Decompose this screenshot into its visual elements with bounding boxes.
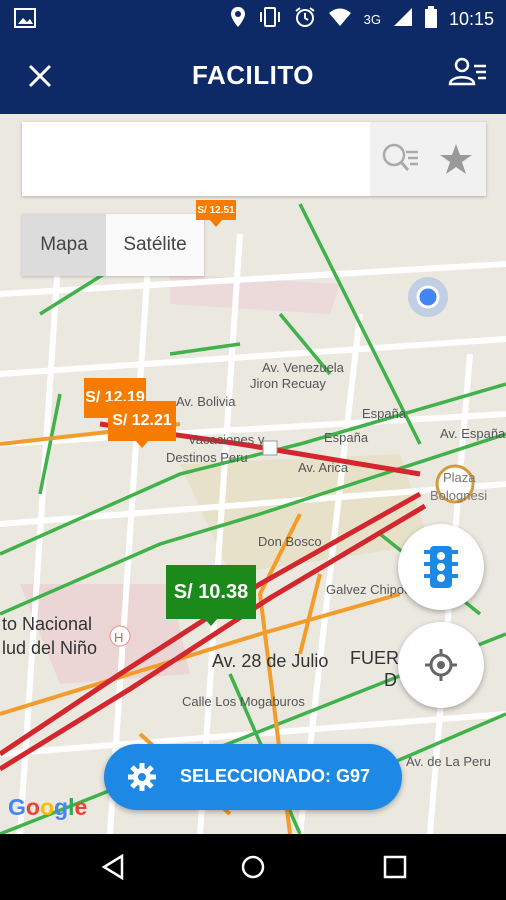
battery-icon bbox=[424, 6, 437, 33]
price-marker[interactable]: S/ 10.38 bbox=[166, 565, 256, 626]
map-label: Plaza bbox=[443, 470, 476, 485]
google-logo: Google bbox=[8, 794, 88, 820]
map-label: Av. España bbox=[440, 426, 506, 441]
map-label: Av. 28 de Julio bbox=[212, 651, 329, 671]
map-type-toggle: Mapa Satélite bbox=[22, 214, 204, 276]
map-label: Av. Bolivia bbox=[176, 394, 236, 409]
map-label: Jiron Recuay bbox=[250, 376, 326, 391]
map-type-satelite[interactable]: Satélite bbox=[106, 214, 204, 276]
my-location-button[interactable] bbox=[398, 622, 484, 708]
vibrate-icon bbox=[258, 6, 282, 33]
map-type-mapa[interactable]: Mapa bbox=[22, 214, 106, 276]
map-label: Vacaciones y bbox=[188, 432, 265, 447]
map[interactable]: H Av. Venezuela Jiron Recuay Av. Bolivia… bbox=[0, 114, 506, 834]
traffic-button[interactable] bbox=[398, 524, 484, 610]
selected-label: SELECCIONADO: G97 bbox=[180, 766, 371, 786]
back-icon[interactable] bbox=[100, 854, 126, 880]
map-label: España bbox=[324, 430, 369, 445]
signal-icon bbox=[393, 7, 413, 32]
star-icon[interactable] bbox=[438, 142, 474, 176]
selected-fuel-button[interactable]: SELECCIONADO: G97 bbox=[104, 744, 402, 810]
map-label: Av. Venezuela bbox=[262, 360, 344, 375]
map-label: FUER bbox=[350, 648, 399, 668]
map-label: to Nacional bbox=[2, 614, 93, 634]
app-title: FACILITO bbox=[192, 60, 314, 90]
map-label: D bbox=[384, 670, 397, 690]
price-marker[interactable]: S/ 12.21 bbox=[108, 401, 176, 448]
map-label: Bolognesi bbox=[430, 488, 488, 503]
image-icon bbox=[14, 8, 36, 33]
search-input[interactable] bbox=[22, 122, 370, 196]
alarm-icon bbox=[294, 6, 316, 33]
search-actions bbox=[370, 122, 486, 196]
status-time: 10:15 bbox=[448, 9, 494, 29]
price-marker[interactable]: S/ 12.51 bbox=[196, 200, 236, 227]
search-bar bbox=[22, 122, 486, 196]
wifi-icon bbox=[328, 7, 352, 32]
location-icon bbox=[230, 6, 246, 33]
home-icon[interactable] bbox=[240, 854, 266, 880]
network-type: 3G bbox=[363, 12, 381, 27]
navigation-bar bbox=[0, 834, 506, 900]
map-label: Calle Los Mogaburos bbox=[182, 694, 305, 709]
gear-icon bbox=[126, 761, 158, 793]
recents-icon[interactable] bbox=[382, 854, 408, 880]
map-label: Av. Arica bbox=[298, 460, 349, 475]
svg-text:H: H bbox=[114, 630, 123, 645]
my-location-icon bbox=[425, 649, 457, 681]
search-list-icon[interactable] bbox=[380, 142, 420, 176]
map-label: Destinos Peru bbox=[166, 450, 248, 465]
user-list-icon[interactable] bbox=[448, 56, 488, 88]
map-label: Av. de La Peru bbox=[406, 754, 491, 769]
traffic-light-icon bbox=[424, 546, 458, 588]
map-label: Don Bosco bbox=[258, 534, 322, 549]
map-label: lud del Niño bbox=[2, 638, 98, 658]
status-bar: 3G 10:15 bbox=[0, 0, 506, 36]
app-bar: FACILITO bbox=[0, 36, 506, 114]
map-label: España bbox=[362, 406, 407, 421]
